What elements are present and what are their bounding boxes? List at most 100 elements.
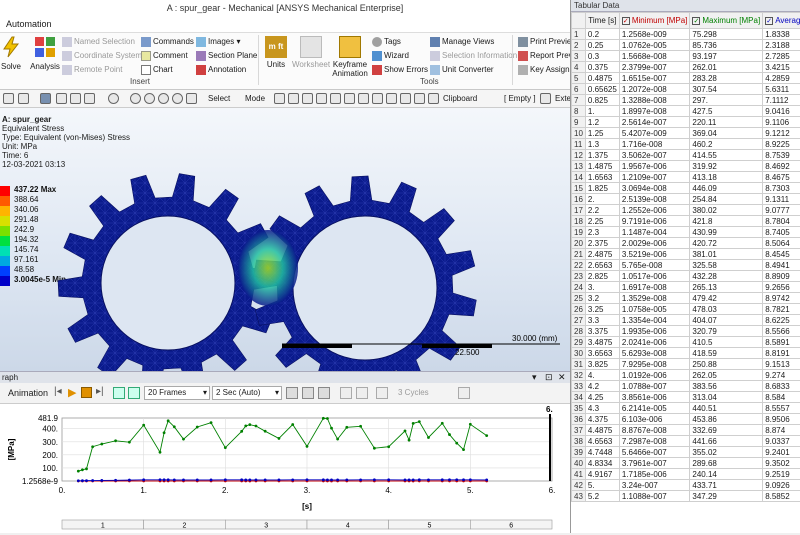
body-select-icon[interactable]: [40, 93, 51, 104]
table-row[interactable]: 192.31.1487e-004430.998.7405: [572, 227, 800, 238]
remote-point-button[interactable]: Remote Point: [62, 64, 122, 76]
annotation-button[interactable]: Annotation: [196, 64, 246, 76]
pin-icon[interactable]: ▾: [532, 372, 537, 383]
table-row[interactable]: 222.65635.765e-008325.588.4941: [572, 260, 800, 271]
show-errors-button[interactable]: Show Errors: [372, 64, 428, 76]
average-header[interactable]: ✓Average: [763, 13, 800, 29]
commands-button[interactable]: Commands: [141, 36, 194, 48]
table-row[interactable]: 30.31.5668e-00893.1972.7285: [572, 51, 800, 62]
timeline-bar[interactable]: 123456: [0, 517, 570, 533]
previous-frame-icon[interactable]: |◂: [54, 386, 62, 397]
play-icon[interactable]: ▶: [68, 386, 76, 399]
named-selection-button[interactable]: Named Selection: [62, 36, 135, 48]
table-row[interactable]: 384.65637.2987e-008441.669.0337: [572, 436, 800, 447]
comment-button[interactable]: Comment: [141, 50, 188, 62]
worksheet-button[interactable]: Worksheet: [292, 36, 330, 69]
chart-button[interactable]: Chart: [141, 64, 173, 76]
cycles-select[interactable]: 3 Cycles: [398, 388, 429, 397]
table-row[interactable]: 131.48751.9567e-006319.928.4692: [572, 161, 800, 172]
select-edges-icon[interactable]: [316, 93, 327, 104]
mode-menu[interactable]: Mode: [245, 93, 265, 105]
table-row[interactable]: 111.31.716e-008460.28.9225: [572, 139, 800, 150]
table-row[interactable]: 435.21.1088e-007347.298.5852: [572, 491, 800, 502]
fit-icon[interactable]: [376, 387, 388, 399]
zoom-icon[interactable]: [144, 93, 155, 104]
zoom-box-icon[interactable]: [158, 93, 169, 104]
table-row[interactable]: 60.656251.2072e-008307.545.6311: [572, 84, 800, 95]
timeline[interactable]: 123456: [0, 517, 570, 533]
result-sets-icon[interactable]: [128, 387, 140, 399]
distributed-frames-icon[interactable]: [113, 387, 125, 399]
table-row[interactable]: 172.21.2552e-006380.029.0777: [572, 205, 800, 216]
check-icon[interactable]: ✓: [692, 17, 700, 25]
tab-automation[interactable]: Automation: [6, 19, 52, 29]
frames-select[interactable]: 20 Frames▾: [144, 386, 210, 400]
table-row[interactable]: 374.48758.8767e-008332.698.874: [572, 425, 800, 436]
select-faces-icon[interactable]: [302, 93, 313, 104]
graph-plot[interactable]: 481.9400.300.200.100.1.2568e-90.1.2.3.4.…: [0, 404, 570, 517]
wizard-button[interactable]: Wizard: [372, 50, 409, 62]
extend-icon[interactable]: [540, 93, 551, 104]
clipboard-icon[interactable]: [428, 93, 439, 104]
gear-model[interactable]: 30.000 (mm) 22.500: [0, 108, 570, 371]
images-button[interactable]: Images ▾: [196, 36, 240, 48]
units-button[interactable]: m ft Units: [263, 36, 289, 69]
table-row[interactable]: 70.8251.3288e-008297.7.1112: [572, 95, 800, 106]
mesh-edges-icon[interactable]: [372, 93, 383, 104]
print-preview-button[interactable]: Print Preview: [518, 36, 577, 48]
zoom-fit-icon[interactable]: [172, 93, 183, 104]
reverse-icon[interactable]: [302, 387, 314, 399]
select-nodes-icon[interactable]: [330, 93, 341, 104]
table-row[interactable]: 354.36.2141e-005440.518.5557: [572, 403, 800, 414]
graph-options-icon[interactable]: [458, 387, 470, 399]
extend-select-icon[interactable]: [274, 93, 285, 104]
tags-button[interactable]: Tags: [372, 36, 401, 48]
mesh-wire-icon[interactable]: [386, 93, 397, 104]
selection-information-button[interactable]: Selection Information: [430, 50, 517, 62]
table-row[interactable]: 404.83343.7961e-007289.689.3502: [572, 458, 800, 469]
stop-icon[interactable]: [81, 387, 92, 398]
table-row[interactable]: 121.3753.5062e-007414.558.7539: [572, 150, 800, 161]
analysis-button[interactable]: Analysis: [28, 36, 62, 71]
table-row[interactable]: 334.21.0788e-007383.568.6833: [572, 381, 800, 392]
table-row[interactable]: 313.8257.9295e-008250.889.1513: [572, 359, 800, 370]
duration-select[interactable]: 2 Sec (Auto)▾: [212, 386, 282, 400]
table-row[interactable]: 253.21.3529e-008479.428.9742: [572, 293, 800, 304]
thick-beams-icon[interactable]: [414, 93, 425, 104]
time-header[interactable]: Time [s]: [585, 13, 619, 29]
pin-panel-icon[interactable]: ⊡: [545, 372, 553, 383]
table-row[interactable]: 425.3.24e-007433.719.0926: [572, 480, 800, 491]
unit-converter-button[interactable]: Unit Converter: [430, 64, 494, 76]
tabular-data-table[interactable]: Time [s] ✓Minimum [MPa] ✓Maximum [MPa] ✓…: [571, 12, 800, 502]
rotate-icon[interactable]: [108, 93, 119, 104]
edge-select-icon[interactable]: [70, 93, 81, 104]
table-row[interactable]: 81.1.8997e-008427.59.0416: [572, 106, 800, 117]
close-icon[interactable]: ✕: [558, 372, 566, 383]
extend-menu[interactable]: Exte: [555, 93, 571, 105]
table-row[interactable]: 243.1.6917e-008265.139.2656: [572, 282, 800, 293]
table-row[interactable]: 40.3752.3799e-007262.013.4215: [572, 62, 800, 73]
table-row[interactable]: 151.8253.0694e-008446.098.7303: [572, 183, 800, 194]
zoom-range-icon[interactable]: [356, 387, 368, 399]
check-icon[interactable]: ✓: [622, 17, 630, 25]
table-row[interactable]: 344.253.8561e-006313.048.584: [572, 392, 800, 403]
table-row[interactable]: 212.48753.5219e-006381.018.4545: [572, 249, 800, 260]
table-row[interactable]: 324.1.0192e-006262.059.274: [572, 370, 800, 381]
select-menu[interactable]: Select: [208, 93, 230, 105]
mesh-icon[interactable]: [358, 93, 369, 104]
help-icon[interactable]: [3, 93, 14, 104]
table-row[interactable]: 10.21.2568e-00975.2981.8338: [572, 29, 800, 40]
table-row[interactable]: 303.65635.6293e-008418.598.8191: [572, 348, 800, 359]
table-row[interactable]: 202.3752.0029e-006420.728.5064: [572, 238, 800, 249]
table-row[interactable]: 273.31.3354e-004404.078.6225: [572, 315, 800, 326]
export-video-icon[interactable]: [318, 387, 330, 399]
thick-shells-icon[interactable]: [400, 93, 411, 104]
solve-button[interactable]: Solve: [0, 36, 22, 71]
face-select-icon[interactable]: [56, 93, 67, 104]
section-plane-button[interactable]: Section Plane: [196, 50, 257, 62]
table-row[interactable]: 414.91671.7185e-006240.149.2519: [572, 469, 800, 480]
table-row[interactable]: 293.48752.0241e-006410.58.5891: [572, 337, 800, 348]
loop-icon[interactable]: [286, 387, 298, 399]
maximum-header[interactable]: ✓Maximum [MPa]: [690, 13, 763, 29]
select-elements-icon[interactable]: [344, 93, 355, 104]
